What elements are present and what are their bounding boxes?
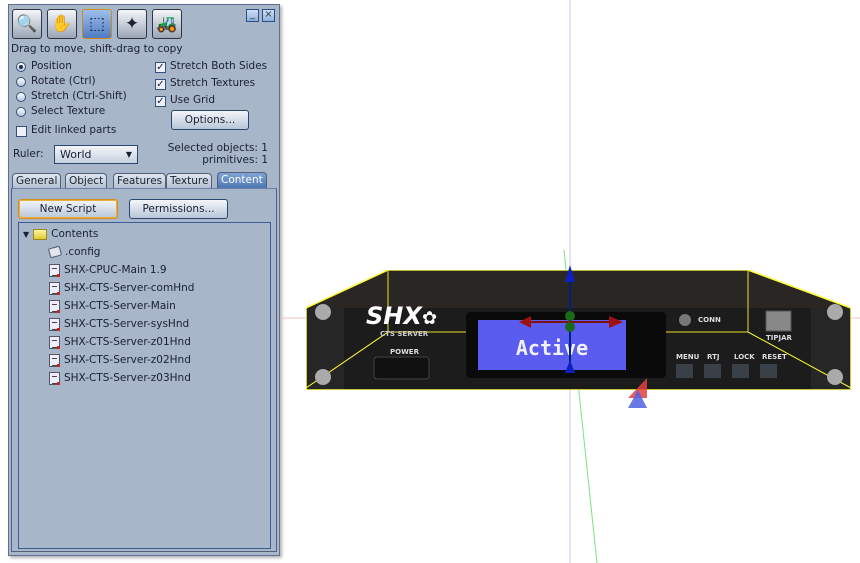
- stretch-textures-checkbox[interactable]: ✓: [155, 79, 166, 90]
- tab-content[interactable]: Content: [217, 172, 267, 188]
- tab-object[interactable]: Object: [65, 173, 108, 188]
- ruler-dropdown[interactable]: World ▼: [54, 145, 138, 164]
- selected-primitives: primitives: 1: [202, 154, 268, 166]
- item-label: SHX-CTS-Server-z01Hnd: [64, 336, 191, 348]
- list-item[interactable]: .config: [47, 243, 101, 261]
- tab-general[interactable]: General: [12, 173, 62, 188]
- triangle-down-icon: ▼: [23, 229, 30, 239]
- folder-row[interactable]: ▼ Contents: [23, 225, 98, 243]
- x-axis-arrow: [519, 316, 531, 328]
- land-tool-button[interactable]: 🚜: [152, 9, 182, 39]
- grab-tool-button[interactable]: ✋: [47, 9, 77, 39]
- item-label: SHX-CTS-Server-z02Hnd: [64, 354, 191, 366]
- zoom-tool-button[interactable]: 🔍: [12, 9, 42, 39]
- item-label: SHX-CTS-Server-sysHnd: [64, 318, 190, 330]
- folder-label: Contents: [51, 228, 99, 240]
- radio-label: Select Texture: [31, 105, 106, 117]
- radio-stretch[interactable]: [16, 92, 26, 102]
- hand-icon: ✋: [51, 14, 73, 34]
- script-icon: [49, 317, 60, 331]
- create-tool-button[interactable]: ✦: [117, 9, 147, 39]
- z-axis-arrow: [565, 265, 575, 282]
- build-tools-panel: 🔍 ✋ ⬚ ✦ 🚜 _ × Drag to move, shift-drag t…: [8, 4, 280, 556]
- edit-linked-checkbox[interactable]: [16, 126, 27, 137]
- ruler-value: World: [60, 148, 92, 161]
- selected-objects: Selected objects: 1: [167, 142, 268, 154]
- tab-features[interactable]: Features: [113, 173, 167, 188]
- options-button[interactable]: Options...: [171, 110, 249, 130]
- cube-cursor-icon: ⬚: [88, 14, 106, 34]
- y-axis-handle: [565, 311, 575, 321]
- magic-wand-icon: ✦: [124, 14, 140, 34]
- chevron-down-icon: ▼: [125, 150, 132, 159]
- checkbox-label: Use Grid: [170, 94, 215, 106]
- radio-label: Position: [31, 60, 72, 72]
- inventory-list[interactable]: ▼ Contents .config SHX-CPUC-Main 1.9 SHX…: [18, 222, 271, 549]
- list-item[interactable]: SHX-CTS-Server-comHnd: [49, 279, 194, 297]
- checkbox-label: Stretch Textures: [170, 77, 256, 89]
- move-gizmo[interactable]: [281, 0, 860, 563]
- item-label: SHX-CPUC-Main 1.9: [64, 264, 167, 276]
- radio-rotate[interactable]: [16, 77, 26, 87]
- list-item[interactable]: SHX-CTS-Server-z02Hnd: [49, 351, 191, 369]
- script-icon: [49, 299, 60, 313]
- folder-icon: [33, 228, 48, 240]
- notecard-icon: [47, 245, 63, 259]
- use-grid-checkbox[interactable]: ✓: [155, 96, 166, 107]
- list-item[interactable]: SHX-CTS-Server-sysHnd: [49, 315, 189, 333]
- item-label: .config: [65, 246, 101, 258]
- tab-texture[interactable]: Texture: [166, 173, 213, 188]
- edit-tool-button[interactable]: ⬚: [82, 9, 112, 39]
- close-button[interactable]: ×: [262, 9, 275, 22]
- hint-text: Drag to move, shift-drag to copy: [11, 43, 183, 55]
- script-icon: [49, 353, 60, 367]
- list-item[interactable]: SHX-CTS-Server-Main: [49, 297, 176, 315]
- ruler-label: Ruler:: [13, 148, 44, 160]
- edit-linked-label: Edit linked parts: [31, 124, 117, 136]
- permissions-button[interactable]: Permissions...: [129, 199, 228, 219]
- magnifier-icon: 🔍: [16, 14, 38, 34]
- checkbox-label: Stretch Both Sides: [170, 60, 268, 72]
- list-item[interactable]: SHX-CPUC-Main 1.9: [49, 261, 167, 279]
- bulldozer-icon: 🚜: [156, 14, 178, 34]
- radio-label: Rotate (Ctrl): [31, 75, 96, 87]
- stretch-both-sides-checkbox[interactable]: ✓: [155, 62, 166, 73]
- minimize-button[interactable]: _: [246, 9, 259, 22]
- item-label: SHX-CTS-Server-Main: [64, 300, 176, 312]
- list-item[interactable]: SHX-CTS-Server-z03Hnd: [49, 369, 191, 387]
- script-icon: [49, 281, 60, 295]
- item-label: SHX-CTS-Server-comHnd: [64, 282, 195, 294]
- script-icon: [49, 263, 60, 277]
- list-item[interactable]: SHX-CTS-Server-z01Hnd: [49, 333, 191, 351]
- 3d-viewport[interactable]: SHX ✿ CTS SERVER POWER Active CONN TIPJA…: [281, 0, 860, 563]
- item-label: SHX-CTS-Server-z03Hnd: [64, 372, 191, 384]
- radio-label: Stretch (Ctrl-Shift): [31, 90, 127, 102]
- script-icon: [49, 371, 60, 385]
- script-icon: [49, 335, 60, 349]
- radio-select-texture[interactable]: [16, 107, 26, 117]
- radio-position[interactable]: [16, 62, 26, 72]
- new-script-button[interactable]: New Script: [18, 199, 118, 219]
